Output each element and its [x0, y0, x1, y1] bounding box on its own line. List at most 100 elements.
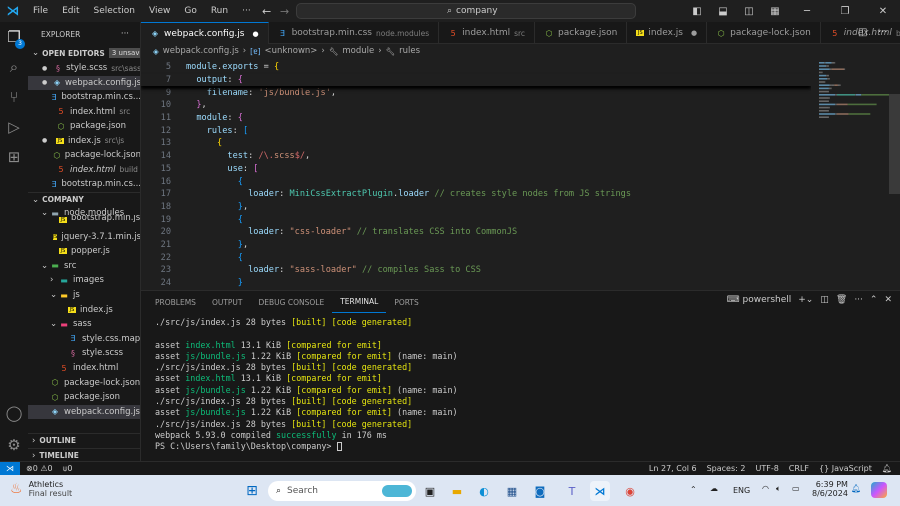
weather-widget[interactable]: ♨ Athletics Final result — [10, 480, 72, 498]
toggle-sidebar-icon[interactable]: ◧ — [686, 6, 708, 17]
outline-section[interactable]: › OUTLINE — [28, 433, 140, 447]
open-editor-item[interactable]: 5 index.html build — [28, 163, 140, 177]
tree-file[interactable]: Ǝstyle.css.map — [28, 332, 140, 346]
breadcrumb-item[interactable]: module — [342, 46, 374, 56]
ports-status[interactable]: ⍦0 — [63, 464, 73, 474]
code-line[interactable]: 10 }, — [141, 99, 207, 112]
tree-file[interactable]: JS jquery-3.7.1.min.js — [28, 230, 140, 244]
battery-icon[interactable]: ▭ — [792, 484, 800, 493]
volume-icon[interactable]: 🔈︎ — [776, 484, 781, 494]
menu-run[interactable]: Run — [204, 6, 235, 16]
open-editor-item[interactable]: ● ◈ webpack.config.js — [28, 75, 140, 90]
tree-folder[interactable]: ⌄ ▬ src — [28, 259, 140, 273]
line-ending[interactable]: CRLF — [789, 464, 809, 473]
close-panel-icon[interactable]: ✕ — [884, 295, 892, 305]
panel-tab-problems[interactable]: PROBLEMS — [147, 291, 204, 313]
customize-layout-icon[interactable]: ▦ — [764, 6, 786, 17]
tab-webpack-config-js[interactable]: ◈ webpack.config.js ● — [141, 22, 269, 44]
explorer-icon[interactable]: ❐ 3 — [0, 22, 28, 52]
show-hidden-icons-chevron[interactable]: ⌃ — [690, 485, 697, 494]
code-line[interactable]: 5 module. exports = { — [141, 61, 811, 74]
panel-tab-debug-console[interactable]: DEBUG CONSOLE — [251, 291, 333, 313]
chrome-icon[interactable]: ◉ — [620, 481, 640, 501]
code-line[interactable]: 24 } — [141, 277, 243, 290]
code-line[interactable]: 18 }, — [141, 201, 248, 214]
command-center-search[interactable]: ⌕ company — [296, 3, 636, 19]
menu-[interactable]: ··· — [235, 6, 258, 16]
notification-bell-icon[interactable]: 🔔︎ — [851, 484, 861, 493]
toggle-panel-icon[interactable]: ⬓ — [712, 6, 734, 17]
code-line[interactable]: 17 loader: MiniCssExtractPlugin. loader /… — [141, 188, 631, 201]
tab-index-js[interactable]: JS index.js ● — [627, 22, 708, 44]
timeline-section[interactable]: › TIMELINE — [28, 448, 140, 461]
project-header[interactable]: ⌄ COMPANY — [28, 192, 140, 206]
problems-status[interactable]: ⊗0 ⚠0 — [26, 464, 53, 473]
tree-file[interactable]: ⬡ package-lock.json — [28, 376, 141, 390]
tree-file[interactable]: § style.scss — [28, 346, 140, 360]
indentation[interactable]: Spaces: 2 — [707, 464, 746, 473]
tab-package-lock-json[interactable]: ⬡ package-lock.json — [707, 22, 821, 44]
panel-tab-output[interactable]: OUTPUT — [204, 291, 251, 313]
unsaved-dot-icon[interactable]: ● — [252, 30, 258, 38]
new-terminal-icon[interactable]: +⌄ — [798, 295, 813, 305]
cursor-position[interactable]: Ln 27, Col 6 — [649, 464, 697, 473]
panel-tab-ports[interactable]: PORTS — [386, 291, 426, 313]
code-line[interactable]: 11 module: { — [141, 112, 243, 125]
tab-index-html[interactable]: 5 index.html src — [439, 22, 536, 44]
copilot-icon[interactable] — [871, 482, 887, 498]
code-line[interactable]: 12 rules: [ — [141, 125, 248, 138]
code-line[interactable]: 9 filename: 'js/bundle.js', — [141, 86, 336, 99]
kill-terminal-trash-icon[interactable]: 🗑 — [836, 295, 847, 305]
open-editor-item[interactable]: ⬡ package.json — [28, 119, 140, 133]
open-editor-item[interactable]: ● JS index.js src\js — [28, 134, 140, 148]
menu-go[interactable]: Go — [177, 6, 203, 16]
tree-file[interactable]: ◈ webpack.config.js — [28, 404, 140, 419]
code-line[interactable]: 15 use: [ — [141, 163, 259, 176]
breadcrumb-item[interactable]: <unknown> — [265, 46, 318, 56]
onedrive-icon[interactable]: ☁ — [710, 484, 718, 493]
open-editor-item[interactable]: Ǝbootstrap.min.cs... — [28, 90, 140, 104]
tab-package-json[interactable]: ⬡ package.json — [535, 22, 628, 44]
maximize-panel-chevron-up-icon[interactable]: ⌃ — [870, 295, 878, 305]
minimap[interactable] — [811, 58, 889, 290]
clock[interactable]: 6:39 PM 8/6/2024 — [812, 480, 848, 498]
code-line[interactable]: 23 loader: "sass-loader" // compiles Sas… — [141, 264, 481, 277]
source-control-icon[interactable]: ⑂ — [0, 82, 28, 112]
wifi-icon[interactable]: ◠ — [762, 484, 769, 493]
search-icon[interactable]: ⌕ — [0, 52, 28, 82]
code-line[interactable]: 22 { — [141, 252, 243, 265]
language-indicator[interactable]: ENG — [733, 486, 750, 495]
minimize-button[interactable]: ─ — [790, 6, 824, 17]
taskbar-search[interactable]: ⌕ Search — [268, 481, 416, 501]
start-windows-icon[interactable]: ⊞ — [242, 481, 262, 501]
tree-file[interactable]: JS bootstrap.min.js — [28, 215, 140, 223]
more-actions-icon[interactable]: ··· — [121, 29, 129, 39]
terminal-output[interactable]: ./src/js/index.js 28 bytes [built] [code… — [155, 317, 458, 453]
open-editor-item[interactable]: 5 index.html src — [28, 105, 140, 119]
panel-tab-terminal[interactable]: TERMINAL — [332, 291, 387, 313]
extensions-icon[interactable]: ⊞ — [0, 142, 28, 172]
tab-bootstrap-min-css[interactable]: Ǝbootstrap.min.css node.modules — [269, 22, 440, 44]
close-window-button[interactable]: ✕ — [866, 6, 900, 17]
open-editor-item[interactable]: ⬡ package-lock.json — [28, 148, 140, 162]
restore-button[interactable]: ❐ — [828, 6, 862, 17]
open-editor-item[interactable]: ● § style.scss src\sass — [28, 61, 140, 75]
edge-icon[interactable]: ◐ — [474, 481, 494, 501]
open-editor-item[interactable]: Ǝbootstrap.min.cs... — [28, 177, 140, 191]
code-line[interactable]: 20 loader: "css-loader" // translates CS… — [141, 226, 518, 239]
code-line[interactable]: 14 test: /\. scss $/, — [141, 150, 311, 163]
more-actions-icon[interactable]: ··· — [854, 295, 863, 305]
outlook-icon[interactable]: ◙ — [530, 481, 550, 501]
terminal-shell-label[interactable]: ⌨ powershell — [727, 295, 792, 305]
split-editor-icon[interactable]: ◫ — [858, 27, 867, 38]
menu-view[interactable]: View — [142, 6, 177, 16]
remote-icon[interactable]: ⋊ — [0, 461, 20, 476]
run-debug-icon[interactable]: ▷ — [0, 112, 28, 142]
tree-folder[interactable]: › ▬ images — [28, 273, 140, 287]
encoding[interactable]: UTF-8 — [755, 464, 778, 473]
open-editors-header[interactable]: ⌄OPEN EDITORS3 unsaved — [28, 46, 140, 60]
store-icon[interactable]: ▦ — [502, 481, 522, 501]
editor-scrollbar[interactable] — [889, 58, 900, 290]
code-line[interactable]: 19 { — [141, 213, 243, 226]
menu-selection[interactable]: Selection — [87, 6, 142, 16]
